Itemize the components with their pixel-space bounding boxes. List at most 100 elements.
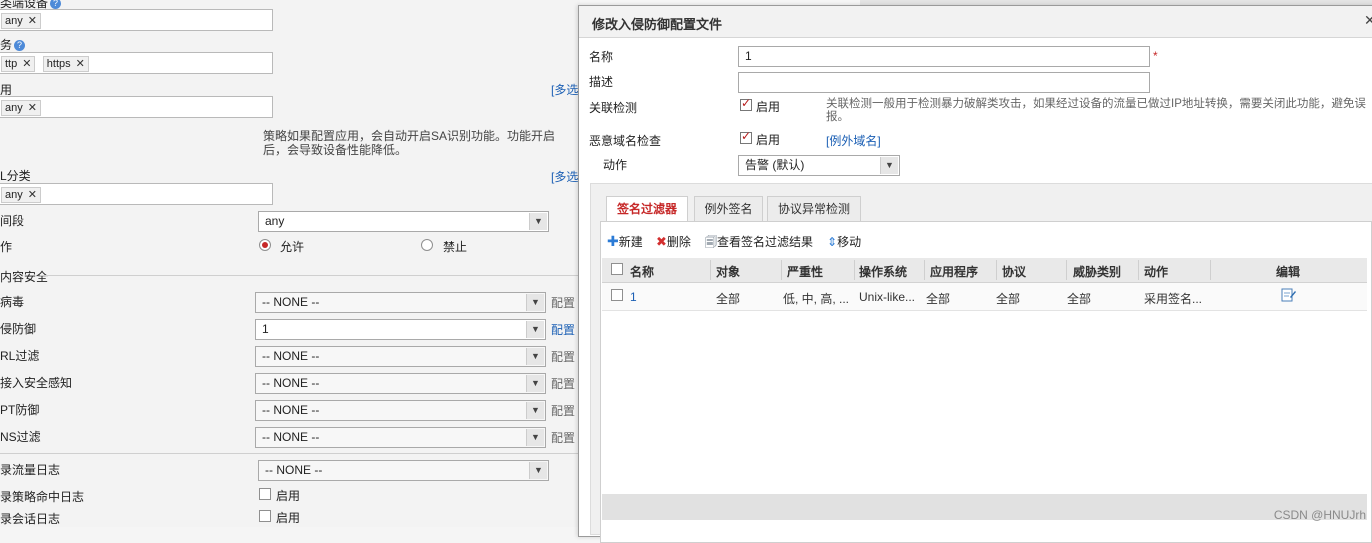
url-category-tag-input[interactable]: any ✕ bbox=[0, 183, 273, 205]
time-select[interactable]: any ▼ bbox=[258, 211, 549, 232]
row-checkbox[interactable] bbox=[611, 289, 623, 301]
new-label: 新建 bbox=[618, 235, 643, 249]
tag-label: any bbox=[5, 102, 23, 114]
chevron-down-icon: ▼ bbox=[529, 213, 547, 230]
dns-filter-select[interactable]: -- NONE -- ▼ bbox=[255, 427, 546, 448]
app-note: 策略如果配置应用，会自动开启SA识别功能。功能开启后，会导致设备性能降低。 bbox=[263, 129, 556, 157]
security-label-ips: 侵防御 bbox=[0, 322, 37, 336]
chevron-down-icon: ▼ bbox=[526, 294, 544, 311]
select-value: -- NONE -- bbox=[262, 376, 320, 390]
multi-select-link[interactable]: [多选 bbox=[551, 168, 578, 185]
name-input[interactable]: 1 bbox=[738, 46, 1150, 67]
remove-tag-icon[interactable]: ✕ bbox=[76, 58, 85, 70]
ips-select[interactable]: 1 ▼ bbox=[255, 319, 546, 340]
watermark: CSDN @HNUJrh bbox=[1273, 508, 1366, 522]
remove-tag-icon[interactable]: ✕ bbox=[28, 189, 37, 201]
select-value: -- NONE -- bbox=[262, 349, 320, 363]
service-tag-input[interactable]: ttp ✕ https ✕ bbox=[0, 52, 273, 74]
correlation-checkbox[interactable] bbox=[740, 96, 752, 111]
antivirus-select[interactable]: -- NONE -- ▼ bbox=[255, 292, 546, 313]
row-threat: 全部 bbox=[1067, 292, 1092, 306]
deny-radio[interactable] bbox=[421, 239, 433, 251]
col-header-protocol[interactable]: 协议 bbox=[1002, 263, 1026, 280]
tab-exception-signature[interactable]: 例外签名 bbox=[694, 196, 763, 221]
col-header-edit[interactable]: 编辑 bbox=[1276, 263, 1300, 280]
chevron-down-icon: ▼ bbox=[526, 321, 544, 338]
col-divider bbox=[996, 260, 997, 280]
chevron-down-icon: ▼ bbox=[880, 157, 898, 174]
dialog-title: 修改入侵防御配置文件 bbox=[592, 17, 723, 32]
description-label: 描述 bbox=[589, 75, 614, 89]
action-select[interactable]: 告警 (默认) ▼ bbox=[738, 155, 900, 176]
tag-label: any bbox=[5, 15, 23, 27]
session-log-checkbox[interactable] bbox=[259, 510, 271, 522]
policy-form: 类端设备? any ✕ 务? ttp ✕ https ✕ 用 [多选 any ✕ 策略如… bbox=[0, 0, 580, 527]
action-select-value: 告警 (默认) bbox=[745, 158, 805, 172]
col-header-name[interactable]: 名称 bbox=[630, 263, 654, 280]
config-link[interactable]: 配置 bbox=[551, 294, 575, 311]
close-icon[interactable]: ✕ bbox=[1364, 12, 1372, 29]
exception-domain-link[interactable]: [例外域名] bbox=[826, 132, 881, 149]
view-filter-result-button[interactable]: 🗐查看签名过滤结果 bbox=[705, 233, 813, 254]
log-label-policy-hit: 录策略命中日志 bbox=[0, 490, 85, 504]
url-filter-select[interactable]: -- NONE -- ▼ bbox=[255, 346, 546, 367]
col-header-threat[interactable]: 威胁类别 bbox=[1073, 263, 1121, 280]
signature-filter-panel: ✚新建 ✖删除 🗐查看签名过滤结果 ⇕移动 名称 对象 严重性 操作系统 应用程… bbox=[600, 221, 1372, 543]
field-label-action: 作 bbox=[0, 240, 13, 254]
remove-tag-icon[interactable]: ✕ bbox=[22, 58, 31, 70]
remove-tag-icon[interactable]: ✕ bbox=[28, 15, 37, 27]
access-awareness-select[interactable]: -- NONE -- ▼ bbox=[255, 373, 546, 394]
field-label-service: 务? bbox=[0, 36, 26, 53]
table-row[interactable]: 1 全部 低, 中, 高, ... Unix-like... 全部 全部 全部 … bbox=[602, 283, 1367, 311]
section-divider bbox=[0, 453, 580, 454]
tag-chip: ttp ✕ bbox=[1, 56, 36, 72]
name-label: 名称 bbox=[589, 50, 614, 64]
multi-select-link[interactable]: [多选 bbox=[551, 81, 578, 98]
row-name-link[interactable]: 1 bbox=[630, 290, 637, 304]
config-link[interactable]: 配置 bbox=[551, 402, 575, 419]
move-button[interactable]: ⇕移动 bbox=[827, 233, 861, 250]
col-divider bbox=[1210, 260, 1211, 280]
log-label-session: 录会话日志 bbox=[0, 512, 61, 526]
security-label-antivirus: 病毒 bbox=[0, 295, 25, 309]
ips-profile-dialog: 修改入侵防御配置文件 ✕ 名称 1 * 描述 关联检测 启用 关联检测一般用于检… bbox=[578, 5, 1372, 543]
config-link[interactable]: 配置 bbox=[551, 429, 575, 446]
col-header-app[interactable]: 应用程序 bbox=[930, 263, 978, 280]
col-header-os[interactable]: 操作系统 bbox=[859, 263, 907, 280]
time-select-value: any bbox=[265, 214, 285, 228]
move-label: 移动 bbox=[837, 235, 862, 249]
delete-icon: ✖ bbox=[656, 234, 667, 249]
col-header-action[interactable]: 动作 bbox=[1144, 263, 1168, 280]
chevron-down-icon: ▼ bbox=[526, 348, 544, 365]
select-all-checkbox[interactable] bbox=[611, 263, 623, 275]
description-input[interactable] bbox=[738, 72, 1150, 93]
tag-chip: any ✕ bbox=[1, 13, 41, 29]
security-label-access: 接入安全感知 bbox=[0, 376, 73, 390]
config-link[interactable]: 配置 bbox=[551, 375, 575, 392]
app-tag-input[interactable]: any ✕ bbox=[0, 96, 273, 118]
traffic-log-select[interactable]: -- NONE -- ▼ bbox=[258, 460, 549, 481]
col-header-object[interactable]: 对象 bbox=[716, 263, 740, 280]
policy-hit-log-checkbox[interactable] bbox=[259, 488, 271, 500]
allow-radio[interactable] bbox=[259, 239, 271, 251]
help-icon[interactable]: ? bbox=[50, 0, 62, 10]
dialog-title-bar[interactable]: 修改入侵防御配置文件 ✕ bbox=[579, 6, 1372, 38]
edit-icon[interactable] bbox=[1281, 287, 1296, 305]
select-value: -- NONE -- bbox=[265, 463, 323, 477]
select-value: -- NONE -- bbox=[262, 403, 320, 417]
remove-tag-icon[interactable]: ✕ bbox=[28, 102, 37, 114]
help-icon[interactable]: ? bbox=[14, 40, 26, 52]
col-header-severity[interactable]: 严重性 bbox=[787, 263, 823, 280]
tab-protocol-anomaly[interactable]: 协议异常检测 bbox=[767, 196, 861, 221]
endpoint-tag-input[interactable]: any ✕ bbox=[0, 9, 273, 31]
plus-icon: ✚ bbox=[607, 233, 619, 249]
config-link[interactable]: 配置 bbox=[551, 348, 575, 365]
chevron-down-icon: ▼ bbox=[529, 462, 547, 479]
malicious-domain-checkbox[interactable] bbox=[740, 129, 752, 144]
apt-select[interactable]: -- NONE -- ▼ bbox=[255, 400, 546, 421]
config-link-active[interactable]: 配置 bbox=[551, 321, 575, 338]
new-button[interactable]: ✚新建 bbox=[607, 233, 643, 250]
tab-signature-filter[interactable]: 签名过滤器 bbox=[606, 196, 688, 222]
delete-button[interactable]: ✖删除 bbox=[656, 233, 691, 250]
correlation-check-label: 启用 bbox=[756, 100, 781, 114]
